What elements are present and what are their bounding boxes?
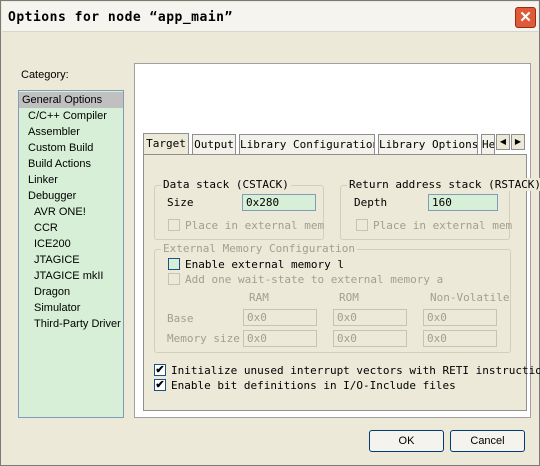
category-item-third-party-driver[interactable]: Third-Party Driver <box>19 316 123 332</box>
category-item-assembler[interactable]: Assembler <box>19 124 123 140</box>
wait-state-label: Add one wait-state to external memory a <box>185 273 444 286</box>
external-memory-legend: External Memory Configuration <box>161 242 358 255</box>
dialog-title: Options for node “app_main” <box>8 10 233 25</box>
stack-size-label: Size <box>167 196 194 209</box>
category-item-avr-one[interactable]: AVR ONE! <box>19 204 123 220</box>
arrow-left-icon: ◀ <box>499 137 507 146</box>
stack-size-input[interactable]: 0x280 <box>242 194 316 211</box>
title-bar: Options for node “app_main” ✕ <box>2 2 538 32</box>
init-vectors-label: Initialize unused interrupt vectors with… <box>171 364 540 377</box>
stack-depth-label: Depth <box>354 196 388 209</box>
memory-size-label: Memory size <box>167 332 240 345</box>
close-button[interactable]: ✕ <box>515 7 536 28</box>
category-item-general-options[interactable]: General Options <box>19 92 123 108</box>
tab-help[interactable]: He <box>481 134 495 154</box>
enable-external-memory-label: Enable external memory l <box>185 258 344 271</box>
options-dialog: Options for node “app_main” ✕ Category: … <box>0 0 540 466</box>
init-vectors-checkbox[interactable]: ✔ <box>154 364 166 376</box>
base-non-volatile-input[interactable]: 0x0 <box>423 309 497 326</box>
data-stack-ext-mem-label: Place in external mem <box>185 219 325 232</box>
category-label: Category: <box>21 69 69 81</box>
base-rom-input[interactable]: 0x0 <box>333 309 407 326</box>
size-ram-input[interactable]: 0x0 <box>243 330 317 347</box>
tab-library-configuration[interactable]: Library Configuration <box>239 134 375 154</box>
wait-state-checkbox[interactable] <box>168 273 180 285</box>
close-icon: ✕ <box>519 9 532 26</box>
category-item-c-compiler[interactable]: C/C++ Compiler <box>19 108 123 124</box>
bit-definitions-checkbox[interactable]: ✔ <box>154 379 166 391</box>
bit-definitions-label: Enable bit definitions in I/O-Include fi… <box>171 379 456 392</box>
stack-depth-input[interactable]: 160 <box>428 194 498 211</box>
tab-strip: Target Output Library Configuration Libr… <box>143 133 527 155</box>
data-stack-ext-mem-checkbox[interactable] <box>168 219 180 231</box>
ok-button[interactable]: OK <box>369 430 444 452</box>
check-icon: ✔ <box>155 379 165 391</box>
category-item-linker[interactable]: Linker <box>19 172 123 188</box>
return-stack-ext-mem-label: Place in external mem <box>373 219 513 232</box>
rom-column-header: ROM <box>339 291 359 304</box>
category-item-jtagice-mkii[interactable]: JTAGICE mkII <box>19 268 123 284</box>
category-item-jtagice[interactable]: JTAGICE <box>19 252 123 268</box>
category-item-custom-build[interactable]: Custom Build <box>19 140 123 156</box>
size-non-volatile-input[interactable]: 0x0 <box>423 330 497 347</box>
return-stack-legend: Return address stack (RSTACK) <box>347 178 540 191</box>
tab-scroll-left-button[interactable]: ◀ <box>496 134 510 150</box>
base-ram-input[interactable]: 0x0 <box>243 309 317 326</box>
return-stack-ext-mem-checkbox[interactable] <box>356 219 368 231</box>
data-stack-legend: Data stack (CSTACK) <box>161 178 291 191</box>
category-item-simulator[interactable]: Simulator <box>19 300 123 316</box>
ram-column-header: RAM <box>249 291 269 304</box>
base-label: Base <box>167 312 194 325</box>
category-item-dragon[interactable]: Dragon <box>19 284 123 300</box>
enable-external-memory-checkbox[interactable] <box>168 258 180 270</box>
category-item-ice200[interactable]: ICE200 <box>19 236 123 252</box>
category-item-build-actions[interactable]: Build Actions <box>19 156 123 172</box>
category-list[interactable]: General Options C/C++ Compiler Assembler… <box>18 90 124 418</box>
size-rom-input[interactable]: 0x0 <box>333 330 407 347</box>
tab-library-options[interactable]: Library Options <box>378 134 478 154</box>
tab-scroll-right-button[interactable]: ▶ <box>511 134 525 150</box>
category-item-ccr[interactable]: CCR <box>19 220 123 236</box>
tab-output[interactable]: Output <box>192 134 236 154</box>
cancel-button[interactable]: Cancel <box>450 430 525 452</box>
tab-target[interactable]: Target <box>143 133 189 155</box>
check-icon: ✔ <box>155 364 165 376</box>
non-volatile-column-header: Non-Volatile <box>430 291 510 304</box>
category-item-debugger[interactable]: Debugger <box>19 188 123 204</box>
arrow-right-icon: ▶ <box>514 137 522 146</box>
